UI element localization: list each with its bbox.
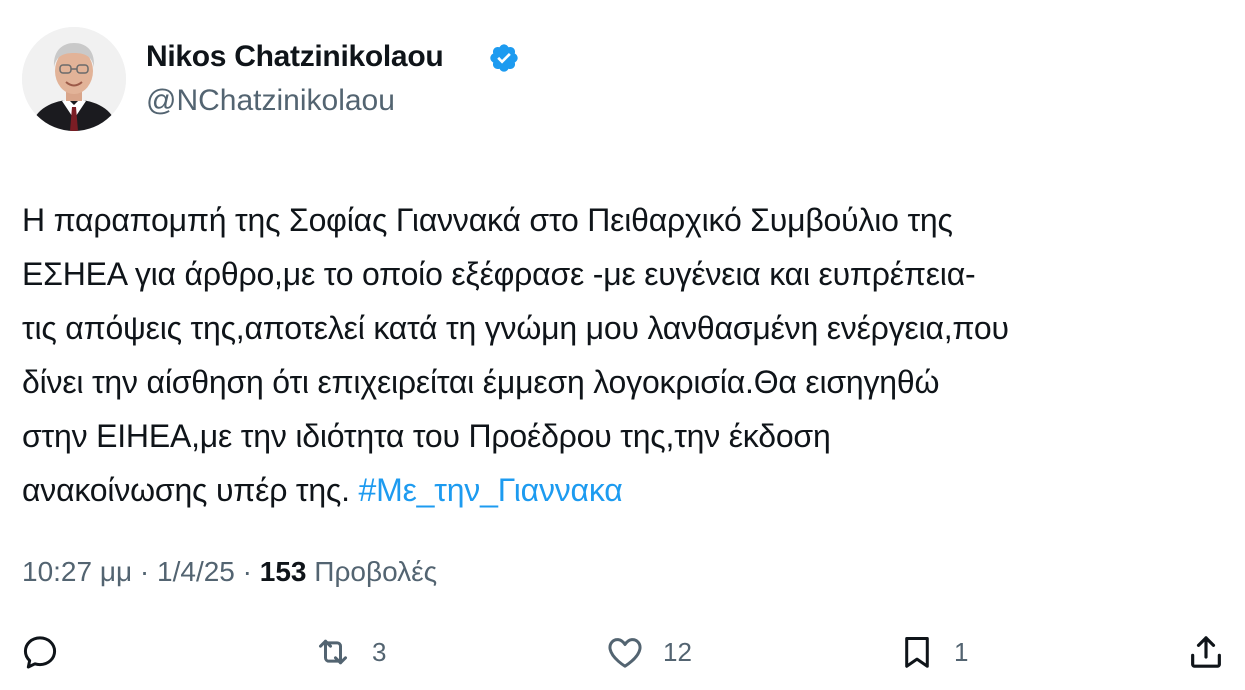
tweet-text-line: τις απόψεις της,αποτελεί κατά τη γνώμη μ… xyxy=(22,310,1009,346)
bookmark-icon xyxy=(905,637,929,668)
tweet-date[interactable]: 1/4/25 xyxy=(157,556,235,587)
tweet-text-last-line: ανακοίνωσης υπέρ της. #Με_την_Γιαννακα xyxy=(22,463,1222,517)
tweet-time[interactable]: 10:27 μμ xyxy=(22,556,132,587)
share-button[interactable] xyxy=(1186,626,1226,678)
reply-icon xyxy=(23,636,57,669)
retweet-button[interactable]: 3 xyxy=(312,626,386,678)
heart-icon xyxy=(608,638,642,668)
hashtag-link[interactable]: #Με_την_Γιαννακα xyxy=(359,472,623,508)
tweet-meta: 10:27 μμ · 1/4/25 · 153 Προβολές xyxy=(22,556,437,588)
tweet: Nikos Chatzinikolaou @NChatzinikolaou Η … xyxy=(0,0,1245,690)
meta-separator: · xyxy=(242,556,252,587)
bookmark-button[interactable]: 1 xyxy=(898,626,968,678)
author-display-name[interactable]: Nikos Chatzinikolaou xyxy=(146,40,444,74)
bookmark-count: 1 xyxy=(954,636,969,667)
action-bar: 3 12 1 xyxy=(0,626,1245,678)
author-handle[interactable]: @NChatzinikolaou xyxy=(146,84,395,118)
like-button[interactable]: 12 xyxy=(605,626,692,678)
reply-button[interactable] xyxy=(20,626,60,678)
share-icon xyxy=(1191,636,1221,668)
like-count: 12 xyxy=(663,636,692,667)
views-label: Προβολές xyxy=(314,556,438,587)
tweet-text-line: στην ΕΙΗΕΑ,με την ιδιότητα του Προέδρου … xyxy=(22,418,831,454)
avatar-image xyxy=(22,27,126,131)
meta-separator: · xyxy=(139,556,150,587)
tweet-text-line: ανακοίνωσης υπέρ της. xyxy=(22,472,359,508)
tweet-text-line: δίνει την αίσθηση ότι επιχειρείται έμμεσ… xyxy=(22,364,940,400)
verified-badge-icon xyxy=(490,44,518,72)
views-count: 153 xyxy=(259,556,307,587)
avatar[interactable] xyxy=(22,27,126,131)
tweet-text: Η παραπομπή της Σοφίας Γιαννακά στο Πειθ… xyxy=(22,193,1222,517)
tweet-text-line: Η παραπομπή της Σοφίας Γιαννακά στο Πειθ… xyxy=(22,202,953,238)
retweet-icon xyxy=(319,639,347,665)
retweet-count: 3 xyxy=(372,636,387,667)
tweet-text-line: ΕΣΗΕΑ για άρθρο,με το οποίο εξέφρασε -με… xyxy=(22,256,976,292)
